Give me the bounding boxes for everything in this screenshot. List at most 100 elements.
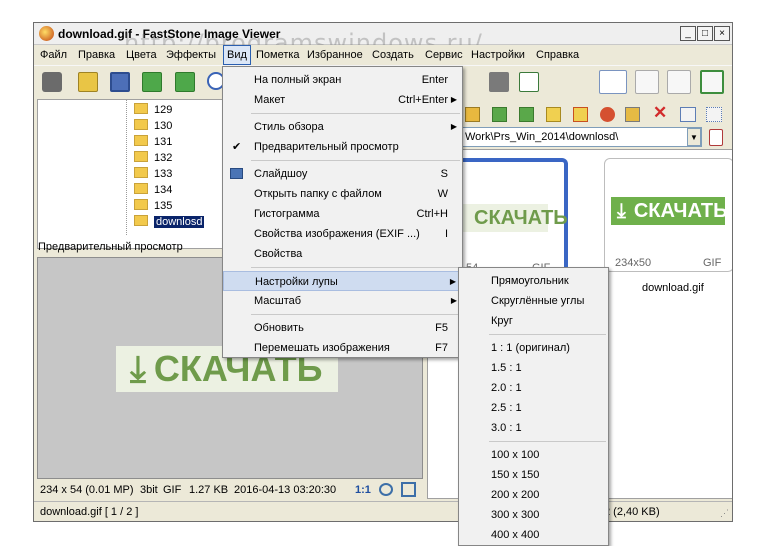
menu-item-fullscreen[interactable]: На полный экран Enter — [223, 70, 462, 90]
loupe-size-100[interactable]: 100 x 100 — [459, 445, 608, 465]
fullscreen-icon[interactable] — [700, 70, 724, 94]
image-format: GIF — [163, 484, 182, 496]
layout-preview-icon[interactable] — [635, 70, 659, 94]
folder-icon — [134, 135, 148, 146]
image-bits: 3bit — [140, 484, 158, 496]
download-arrow-icon: ⤓ — [130, 348, 146, 389]
trash-icon[interactable] — [709, 129, 723, 146]
menu-item-browse-style[interactable]: Стиль обзора ▶ — [223, 117, 462, 137]
submenu-arrow-icon: ▶ — [450, 296, 457, 305]
loupe-size-300[interactable]: 300 x 300 — [459, 505, 608, 525]
menu-separator — [251, 160, 460, 161]
copy-icon[interactable] — [492, 107, 507, 122]
bookmark-icon[interactable] — [573, 107, 588, 122]
delete-icon[interactable]: ✕ — [653, 103, 667, 123]
menu-colors[interactable]: Цвета — [126, 49, 157, 61]
menu-file[interactable]: Файл — [40, 49, 67, 61]
menu-item-exif[interactable]: Свойства изображения (EXIF ...) I — [223, 224, 462, 244]
minimize-button[interactable]: _ — [680, 26, 696, 41]
menu-item-refresh[interactable]: Обновить F5 — [223, 318, 462, 338]
folder-icon — [134, 167, 148, 178]
folder-icon — [134, 183, 148, 194]
tree-item-133[interactable]: 133 — [134, 167, 172, 183]
menu-item-open-folder[interactable]: Открыть папку с файлом W — [223, 184, 462, 204]
tree-item-134[interactable]: 134 — [134, 183, 172, 199]
menu-item-layout[interactable]: Макет Ctrl+Enter ▶ — [223, 90, 462, 110]
title-bar[interactable]: download.gif - FastStone Image Viewer ht… — [34, 23, 732, 57]
folder-up-icon[interactable] — [465, 107, 480, 122]
thumbnail-2[interactable]: ⤓ СКАЧАТЬ 234x50 GIF — [604, 158, 732, 272]
menu-help[interactable]: Справка — [536, 49, 579, 61]
menu-separator — [251, 113, 460, 114]
tree-item-downlosd[interactable]: downlosd — [134, 215, 205, 231]
tree-item-129[interactable]: 129 — [134, 103, 172, 119]
app-icon — [39, 26, 54, 41]
submenu-arrow-icon: ▶ — [450, 122, 457, 131]
menu-edit[interactable]: Правка — [78, 49, 115, 61]
folder-icon — [134, 215, 148, 226]
maximize-button[interactable]: □ — [697, 26, 713, 41]
thumbnail-filename: download.gif — [642, 282, 704, 294]
tree-item-130[interactable]: 130 — [134, 119, 172, 135]
details-icon[interactable] — [706, 107, 722, 122]
loupe-shape-rounded[interactable]: Скруглённые углы — [459, 291, 608, 311]
checklist-icon[interactable] — [519, 72, 539, 92]
thumb-size-icon[interactable] — [680, 107, 696, 122]
zoom-level[interactable]: 1:1 — [355, 484, 371, 496]
menu-item-histogram[interactable]: Гистограмма Ctrl+H — [223, 204, 462, 224]
loupe-zoom-1x[interactable]: 1 : 1 (оригинал) — [459, 338, 608, 358]
menu-separator — [251, 267, 460, 268]
menu-favorites[interactable]: Избранное — [307, 49, 363, 61]
rotate-icon[interactable] — [600, 107, 615, 122]
full-size-icon[interactable] — [401, 482, 416, 497]
move-icon[interactable] — [519, 107, 534, 122]
loupe-size-400[interactable]: 400 x 400 — [459, 525, 608, 545]
menu-tools[interactable]: Сервис — [425, 49, 463, 61]
menu-item-properties[interactable]: Свойства — [223, 244, 462, 264]
folder-icon — [134, 199, 148, 210]
menu-tag[interactable]: Пометка — [256, 49, 300, 61]
status-file: download.gif [ 1 / 2 ] — [40, 506, 139, 518]
menu-item-zoom[interactable]: Масштаб ▶ — [223, 291, 462, 311]
checkmark-icon: ✔ — [232, 141, 242, 153]
menu-create[interactable]: Создать — [372, 49, 414, 61]
tree-item-132[interactable]: 132 — [134, 151, 172, 167]
tree-item-131[interactable]: 131 — [134, 135, 172, 151]
tree-item-135[interactable]: 135 — [134, 199, 172, 215]
loupe-submenu: Прямоугольник Скруглённые углы Круг 1 : … — [458, 267, 609, 546]
menu-item-shuffle[interactable]: Перемешать изображения F7 — [223, 338, 462, 358]
menu-effects[interactable]: Эффекты — [166, 49, 216, 61]
menu-view[interactable]: Вид — [223, 45, 251, 65]
print-icon[interactable] — [625, 107, 640, 122]
loupe-size-150[interactable]: 150 x 150 — [459, 465, 608, 485]
resize-grip[interactable]: ⋰ — [720, 508, 729, 519]
loupe-zoom-3x[interactable]: 3.0 : 1 — [459, 418, 608, 438]
loupe-size-200[interactable]: 200 x 200 — [459, 485, 608, 505]
filmstrip-icon[interactable] — [489, 72, 509, 92]
layout-person-icon[interactable] — [667, 70, 691, 94]
path-dropdown-button[interactable]: ▼ — [687, 128, 701, 146]
favorite-icon[interactable] — [546, 107, 561, 122]
loupe-zoom-2x[interactable]: 2.0 : 1 — [459, 378, 608, 398]
loupe-zoom-1-5x[interactable]: 1.5 : 1 — [459, 358, 608, 378]
close-button[interactable]: × — [714, 26, 730, 41]
fit-window-icon[interactable] — [379, 483, 393, 496]
loupe-shape-circle[interactable]: Круг — [459, 311, 608, 331]
status-bar: download.gif [ 1 / 2 ] I 2 (2,40 KB) ⋰ — [34, 501, 732, 521]
open-folder-icon[interactable] — [78, 72, 98, 92]
path-field[interactable]: Work\Prs_Win_2014\downlosd\ — [462, 127, 702, 147]
download-arrow-icon: ⤓ — [617, 200, 626, 222]
forward-icon[interactable] — [175, 72, 195, 92]
menu-settings[interactable]: Настройки — [471, 49, 525, 61]
back-icon[interactable] — [142, 72, 162, 92]
camera-icon[interactable] — [42, 72, 62, 92]
save-icon[interactable] — [110, 72, 130, 92]
loupe-shape-rectangle[interactable]: Прямоугольник — [459, 271, 608, 291]
menu-item-slideshow[interactable]: Слайдшоу S — [223, 164, 462, 184]
folder-icon — [134, 119, 148, 130]
layout-thumbs-icon[interactable] — [599, 70, 627, 94]
loupe-zoom-2-5x[interactable]: 2.5 : 1 — [459, 398, 608, 418]
menu-item-preview[interactable]: ✔ Предварительный просмотр — [223, 137, 462, 157]
image-filesize: 1.27 KB — [189, 484, 229, 496]
menu-item-loupe-settings[interactable]: Настройки лупы ▶ — [223, 271, 462, 291]
